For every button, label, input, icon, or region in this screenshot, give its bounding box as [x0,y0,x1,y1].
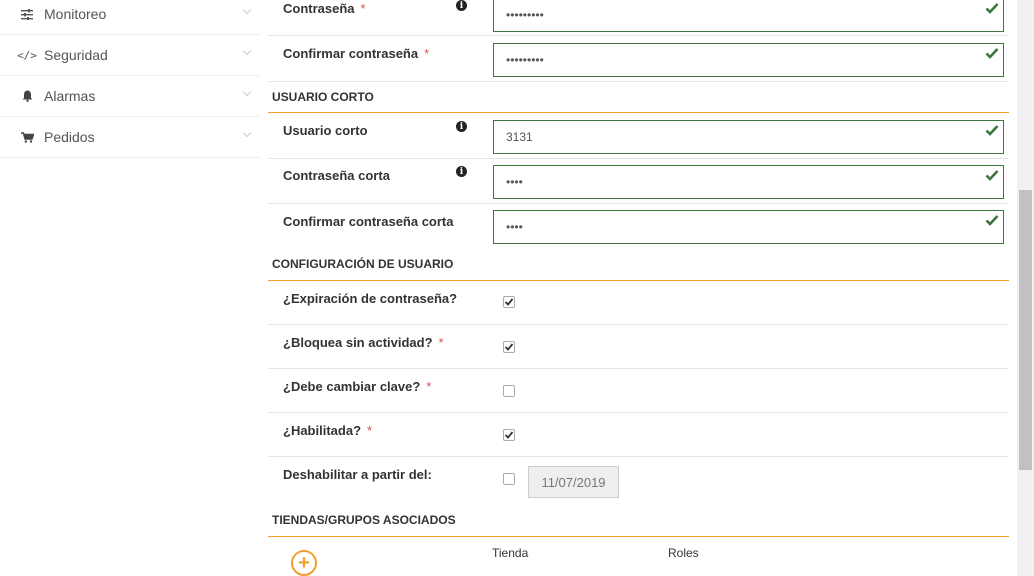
column-header-roles: Roles [668,546,699,560]
info-icon[interactable]: i [456,166,467,177]
short-password-value: •••• [506,175,523,189]
form-row-lock-inactivity: ¿Bloquea sin actividad? * [268,325,1009,369]
field-label: ¿Habilitada? * [283,423,373,438]
section-title-user-config: CONFIGURACIÓN DE USUARIO [272,257,454,271]
valid-check-icon [985,215,999,226]
form-row-enabled: ¿Habilitada? * [268,413,1009,457]
password-input[interactable]: ••••••••• [493,0,1004,32]
form-row-short-user: Usuario corto i 3131 [268,113,1009,159]
field-label: Contraseña corta [283,168,390,183]
confirm-password-value: ••••••••• [506,53,544,67]
scrollbar-thumb[interactable] [1019,190,1032,470]
chevron-down-icon [242,5,252,15]
valid-check-icon [985,48,999,59]
confirm-password-input[interactable]: ••••••••• [493,43,1004,77]
enabled-checkbox[interactable] [503,429,515,441]
valid-check-icon [985,125,999,136]
short-password-input[interactable]: •••• [493,165,1004,199]
sidebar-item-pedidos[interactable]: Pedidos [0,117,260,158]
chevron-down-icon [242,87,252,97]
form-row-confirm-password: Confirmar contraseña * ••••••••• [268,36,1009,82]
field-label: Confirmar contraseña * [283,46,430,61]
confirm-short-password-input[interactable]: •••• [493,210,1004,244]
valid-check-icon [985,3,999,14]
field-label: Confirmar contraseña corta [283,214,454,229]
cart-icon [20,130,34,144]
confirm-short-password-value: •••• [506,220,523,234]
form-row-confirm-short-password: Confirmar contraseña corta •••• [268,204,1009,250]
sliders-icon [20,7,34,21]
lock-inactivity-checkbox[interactable] [503,341,515,353]
field-label: Deshabilitar a partir del: [283,467,432,482]
valid-check-icon [985,170,999,181]
user-form: Contraseña * i ••••••••• Confirmar contra… [268,0,1010,576]
info-icon[interactable]: i [456,0,467,11]
disable-date-input[interactable]: 11/07/2019 [528,466,619,498]
sidebar-item-label: Alarmas [44,88,96,104]
info-icon[interactable]: i [456,121,467,132]
sidebar-item-label: Pedidos [44,129,95,145]
column-header-store: Tienda [492,546,529,560]
form-row-disable-from: Deshabilitar a partir del: 11/07/2019 [268,457,1009,504]
password-expiry-checkbox[interactable] [503,296,515,308]
sidebar: Monitoreo </> Seguridad Alarmas Pedidos [0,0,260,576]
add-store-button[interactable]: + [291,550,317,576]
sidebar-item-alarmas[interactable]: Alarmas [0,76,260,117]
section-title-stores: TIENDAS/GRUPOS ASOCIADOS [272,513,456,527]
field-label: ¿Expiración de contraseña? [283,291,458,306]
sidebar-item-label: Monitoreo [44,6,107,22]
section-divider [268,536,1009,537]
code-icon: </> [17,48,37,62]
password-value: ••••••••• [506,8,544,22]
short-user-input[interactable]: 3131 [493,120,1004,154]
field-label: Contraseña * [283,1,366,16]
field-label: ¿Bloquea sin actividad? * [283,335,444,350]
disable-from-checkbox[interactable] [503,473,515,485]
sidebar-item-monitoreo[interactable]: Monitoreo [0,0,260,35]
form-row-must-change-key: ¿Debe cambiar clave? * [268,369,1009,413]
form-row-password: Contraseña * i ••••••••• [268,0,1009,36]
must-change-key-checkbox[interactable] [503,385,515,397]
form-row-password-expiry: ¿Expiración de contraseña? [268,281,1009,325]
chevron-down-icon [242,46,252,56]
sidebar-item-seguridad[interactable]: </> Seguridad [0,35,260,76]
field-label: ¿Debe cambiar clave? * [283,379,432,394]
short-user-value: 3131 [506,130,533,144]
bell-icon [20,89,34,103]
sidebar-item-label: Seguridad [44,47,108,63]
chevron-down-icon [242,128,252,138]
section-title-short-user: USUARIO CORTO [272,90,374,104]
field-label: Usuario corto [283,123,368,138]
form-row-short-password: Contraseña corta i •••• [268,159,1009,204]
